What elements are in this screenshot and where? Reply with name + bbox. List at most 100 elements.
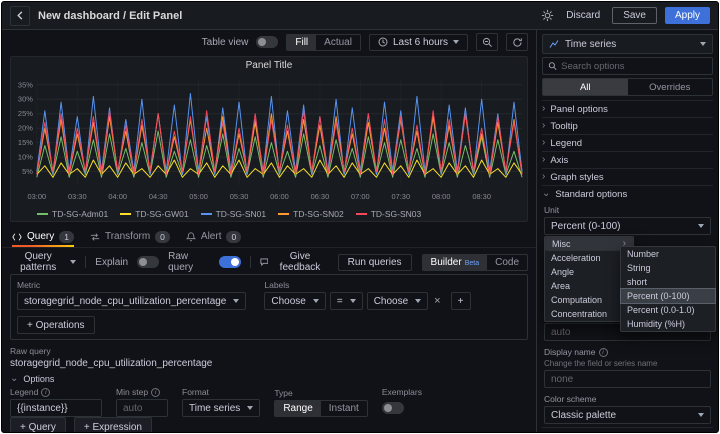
- save-button[interactable]: Save: [612, 7, 657, 24]
- search-options-input[interactable]: [561, 61, 707, 72]
- legend-label: TD-SG-GW01: [135, 209, 188, 219]
- options-section-tooltip[interactable]: ›Tooltip: [542, 118, 713, 135]
- unit-option-humidity-h-[interactable]: Humidity (%H): [621, 317, 715, 331]
- divider: [85, 256, 86, 268]
- explain-toggle[interactable]: [137, 256, 159, 268]
- format-select[interactable]: Time series: [182, 399, 260, 417]
- add-expression-button[interactable]: + Expression: [74, 417, 152, 433]
- builder-button[interactable]: BuilderBeta: [423, 255, 488, 270]
- svg-text:08:30: 08:30: [472, 192, 491, 201]
- fill-button[interactable]: Fill: [287, 35, 316, 50]
- apply-button[interactable]: Apply: [665, 7, 710, 24]
- give-feedback-button[interactable]: Give feedback: [260, 251, 328, 273]
- back-button[interactable]: [10, 6, 30, 26]
- refresh-button[interactable]: [506, 33, 528, 51]
- svg-text:35%: 35%: [18, 80, 33, 89]
- svg-text:07:00: 07:00: [351, 192, 370, 201]
- tab-count-badge: 1: [59, 231, 74, 243]
- visualization-picker[interactable]: Time series: [542, 34, 713, 54]
- min-step-input[interactable]: [116, 399, 168, 417]
- metric-select[interactable]: storagegrid_node_cpu_utilization_percent…: [17, 292, 246, 310]
- discard-button[interactable]: Discard: [562, 7, 604, 24]
- chevron-down-icon: ⌄: [542, 189, 550, 199]
- unit-option-string[interactable]: String: [621, 261, 715, 275]
- legend-label: TD-SG-SN02: [293, 209, 344, 219]
- display-name-input[interactable]: [544, 370, 711, 388]
- exemplars-label: Exemplars: [382, 387, 422, 397]
- unit-select[interactable]: Percent (0-100): [544, 217, 711, 235]
- legend-item[interactable]: TD-SG-GW01: [120, 209, 188, 219]
- chevron-down-icon: [233, 299, 239, 303]
- type-range-button[interactable]: Range: [275, 401, 320, 416]
- label-operator-select[interactable]: =: [330, 292, 363, 310]
- legend-item[interactable]: TD-SG-SN03: [356, 209, 422, 219]
- grafana-edit-panel-window: New dashboard / Edit Panel Discard Save …: [1, 1, 719, 433]
- section-label: Axis: [550, 155, 568, 166]
- svg-text:30%: 30%: [18, 95, 33, 104]
- legend-input[interactable]: [10, 399, 102, 417]
- color-scheme-select[interactable]: Classic palette: [544, 406, 711, 424]
- add-operations-button[interactable]: + Operations: [17, 316, 95, 334]
- options-section-axis[interactable]: ›Axis: [542, 152, 713, 169]
- filter-all-tab[interactable]: All: [543, 79, 628, 95]
- label-name-select[interactable]: Choose: [264, 292, 325, 310]
- options-section-graph-styles[interactable]: ›Graph styles: [542, 169, 713, 186]
- code-button[interactable]: Code: [487, 255, 527, 270]
- remove-label-button[interactable]: ×: [432, 295, 442, 307]
- svg-text:05:30: 05:30: [230, 192, 249, 201]
- standard-options-header[interactable]: ⌄ Standard options: [542, 186, 713, 202]
- svg-text:07:30: 07:30: [391, 192, 410, 201]
- transform-icon: [90, 232, 100, 242]
- actual-button[interactable]: Actual: [316, 35, 360, 50]
- tab-query[interactable]: Query1: [12, 226, 74, 247]
- options-section-panel-options[interactable]: ›Panel options: [542, 101, 713, 118]
- svg-text:06:30: 06:30: [311, 192, 330, 201]
- svg-text:04:30: 04:30: [149, 192, 168, 201]
- chevron-right-icon: ›: [542, 138, 545, 148]
- panel-settings-button[interactable]: [541, 9, 554, 22]
- options-section-legend[interactable]: ›Legend: [542, 135, 713, 152]
- toggle-knob: [258, 38, 266, 46]
- tab-alert[interactable]: Alert0: [186, 226, 241, 247]
- panel-view-toolbar: Table view Fill Actual Last 6 hours: [2, 30, 536, 54]
- legend-item[interactable]: TD-SG-SN02: [278, 209, 344, 219]
- options-collapse-header[interactable]: ⌄ Options: [10, 374, 528, 384]
- run-queries-button[interactable]: Run queries: [338, 254, 412, 271]
- explain-label: Explain: [95, 257, 128, 268]
- standard-options-section: ⌄ Standard options Unit Percent (0-100) …: [542, 186, 713, 428]
- zoom-out-button[interactable]: [476, 33, 498, 51]
- legend-item[interactable]: TD-SG-Adm01: [37, 209, 108, 219]
- add-label-button[interactable]: +: [451, 292, 471, 310]
- chevron-down-icon: [247, 406, 253, 410]
- table-view-toggle[interactable]: [256, 36, 278, 48]
- unit-dropdown-menu: Misc›Acceleration›Angle›Area›Computation…: [544, 236, 718, 237]
- unit-option-percent-0-0-1-0-[interactable]: Percent (0.0-1.0): [621, 303, 715, 317]
- tab-transform[interactable]: Transform0: [90, 226, 170, 247]
- chevron-down-icon: [698, 224, 704, 228]
- section-label: Graph styles: [550, 172, 603, 183]
- clock-icon: [378, 37, 388, 47]
- type-instant-button[interactable]: Instant: [321, 401, 367, 416]
- time-series-chart[interactable]: 5%10%15%20%25%30%35%03:0003:3004:0004:30…: [11, 73, 527, 206]
- min-step-field: Min stepi: [116, 387, 168, 417]
- format-field: Format Time series: [182, 387, 260, 417]
- chevron-down-icon: [70, 260, 76, 264]
- add-query-button[interactable]: + Query: [10, 417, 66, 433]
- query-footer: + Query + Expression: [10, 417, 528, 433]
- unit-option-percent-0-100-[interactable]: Percent (0-100): [621, 289, 715, 303]
- legend-item[interactable]: TD-SG-SN01: [201, 209, 267, 219]
- exemplars-toggle[interactable]: [382, 402, 404, 414]
- zoom-out-icon: [482, 37, 493, 48]
- raw-query-block: Raw query storagegrid_node_cpu_utilizati…: [10, 346, 528, 369]
- filter-overrides-tab[interactable]: Overrides: [628, 79, 713, 95]
- raw-query-toggle[interactable]: [219, 256, 241, 268]
- panel-title[interactable]: Panel Title: [11, 57, 527, 73]
- unit-option-number[interactable]: Number: [621, 247, 715, 261]
- time-range-picker[interactable]: Last 6 hours: [369, 34, 468, 51]
- unit-option-short[interactable]: short: [621, 275, 715, 289]
- query-patterns-button[interactable]: Query patterns: [10, 251, 76, 273]
- toggle-knob: [231, 258, 239, 266]
- bell-icon: [186, 232, 196, 242]
- refresh-icon: [512, 37, 523, 48]
- label-value-select[interactable]: Choose: [367, 292, 428, 310]
